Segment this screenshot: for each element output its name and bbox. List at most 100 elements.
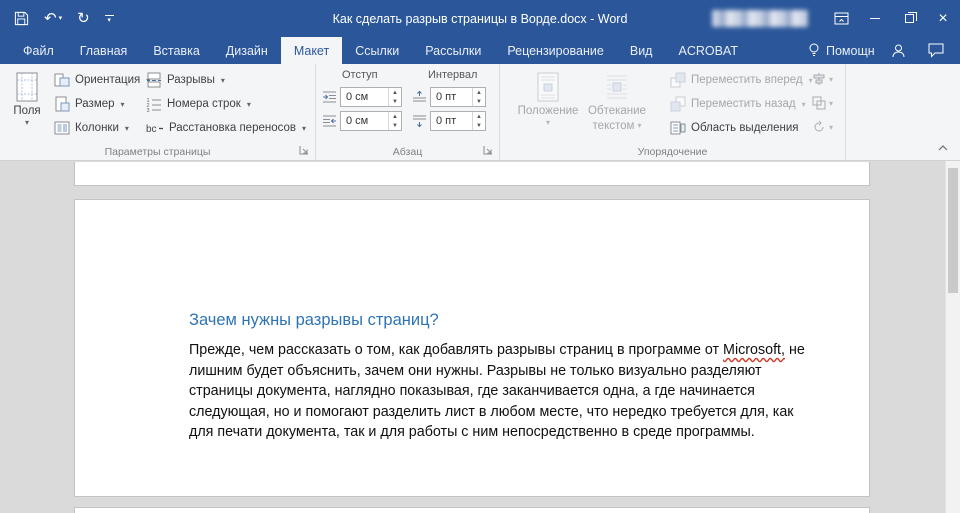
group-label-page-setup: Параметры страницы (0, 146, 315, 158)
wrap-text-icon (604, 72, 630, 102)
comment-icon (928, 43, 944, 58)
spin-down-icon[interactable]: ▼ (389, 97, 401, 106)
indent-left-row: 0 см ▲▼ (322, 87, 402, 107)
indent-left-icon (322, 90, 337, 104)
tab-design[interactable]: Дизайн (213, 37, 281, 64)
chevron-down-icon: ▾ (302, 124, 306, 133)
save-icon (14, 11, 29, 26)
chevron-down-icon: ▾ (121, 100, 125, 109)
tab-references[interactable]: Ссылки (342, 37, 412, 64)
bring-forward-button[interactable]: Переместить вперед▾ (670, 69, 813, 91)
tab-home[interactable]: Главная (67, 37, 141, 64)
breaks-button[interactable]: Разрывы▾ (146, 69, 225, 91)
line-numbers-button[interactable]: 123 Номера строк▾ (146, 93, 251, 115)
restore-icon (905, 14, 914, 23)
group-page-setup: Поля ▾ Ориентация▾ Размер▾ Колонки▾ Разр… (0, 64, 316, 160)
tell-me-label: Помощн (826, 44, 875, 58)
wrap-text-button[interactable]: Обтекание текстом▾ (584, 67, 650, 155)
undo-icon: ↶ (44, 11, 57, 26)
comments-button[interactable] (928, 43, 944, 58)
customize-qat-button[interactable]: ▾ (105, 15, 114, 23)
previous-page-bottom (74, 162, 870, 186)
spin-up-icon[interactable]: ▲ (389, 112, 401, 121)
tab-insert[interactable]: Вставка (140, 37, 212, 64)
chevron-down-icon: ▾ (829, 75, 833, 84)
spin-down-icon[interactable]: ▼ (389, 121, 401, 130)
spin-up-icon[interactable]: ▲ (473, 88, 485, 97)
document-canvas[interactable]: Зачем нужны разрывы страниц? Прежде, чем… (0, 161, 945, 513)
margins-button[interactable]: Поля ▾ (4, 67, 50, 155)
paragraph-dialog-launcher[interactable] (481, 143, 495, 157)
svg-text:3: 3 (147, 108, 150, 112)
tab-acrobat[interactable]: ACROBAT (665, 37, 751, 64)
redo-button[interactable]: ↻ (77, 11, 90, 26)
columns-button[interactable]: Колонки ▾ (54, 117, 129, 139)
selection-pane-button[interactable]: Область выделения (670, 117, 799, 139)
orientation-icon (54, 72, 70, 88)
group-paragraph: Отступ Интервал 0 см ▲▼ 0 см ▲▼ 0 пт (316, 64, 500, 160)
rotate-objects-button[interactable]: ▾ (812, 117, 833, 137)
position-button[interactable]: Положение ▾ (514, 67, 582, 155)
tab-mailings[interactable]: Рассылки (412, 37, 494, 64)
collapse-ribbon-button[interactable] (934, 141, 952, 155)
redo-icon: ↻ (77, 11, 90, 26)
spin-up-icon[interactable]: ▲ (389, 88, 401, 97)
ribbon-display-options-button[interactable] (824, 0, 858, 37)
spacing-after-icon (412, 114, 427, 128)
spacing-after-stepper[interactable]: 0 пт ▲▼ (430, 111, 486, 131)
indent-right-stepper[interactable]: 0 см ▲▼ (340, 111, 402, 131)
spacing-before-stepper[interactable]: 0 пт ▲▼ (430, 87, 486, 107)
chevron-down-icon: ▾ (59, 15, 63, 22)
chevron-down-icon: ▾ (25, 120, 29, 126)
send-backward-button[interactable]: Переместить назад▾ (670, 93, 806, 115)
bring-forward-icon (670, 72, 686, 88)
account-icon (891, 43, 906, 59)
tab-layout[interactable]: Макет (281, 37, 342, 64)
tab-review[interactable]: Рецензирование (494, 37, 617, 64)
sign-in-button[interactable] (891, 43, 906, 59)
close-button[interactable]: × (926, 0, 960, 37)
maximize-button[interactable] (892, 0, 926, 37)
line-numbers-icon: 123 (146, 96, 162, 112)
dialog-launcher-icon (483, 145, 493, 155)
page-setup-dialog-launcher[interactable] (297, 143, 311, 157)
save-button[interactable] (14, 11, 29, 26)
bar-icon (105, 15, 114, 16)
vertical-scrollbar[interactable] (945, 161, 960, 513)
page-size-button[interactable]: Размер ▾ (54, 93, 125, 115)
spin-down-icon[interactable]: ▼ (473, 97, 485, 106)
indent-left-stepper[interactable]: 0 см ▲▼ (340, 87, 402, 107)
indent-right-row: 0 см ▲▼ (322, 111, 402, 131)
undo-button[interactable]: ↶▾ (44, 11, 62, 26)
chevron-down-icon: ▾ (221, 76, 225, 85)
hyphenation-icon: bc (146, 120, 164, 136)
spin-down-icon[interactable]: ▼ (473, 121, 485, 130)
align-objects-button[interactable]: ▾ (812, 69, 833, 89)
tab-view[interactable]: Вид (617, 37, 666, 64)
spin-up-icon[interactable]: ▲ (473, 112, 485, 121)
tab-tell-me[interactable]: Помощн (795, 37, 888, 64)
document-heading: Зачем нужны разрывы страниц? (189, 311, 816, 330)
orientation-button[interactable]: Ориентация▾ (54, 69, 150, 91)
spacing-heading: Интервал (428, 69, 477, 81)
scrollbar-thumb[interactable] (948, 168, 958, 293)
group-objects-button[interactable]: ▾ (812, 93, 833, 113)
group-label-paragraph: Абзац (316, 146, 499, 158)
tab-file[interactable]: Файл (10, 37, 67, 64)
lightbulb-icon (808, 43, 820, 58)
bring-forward-label: Переместить вперед (691, 74, 803, 86)
position-icon (535, 72, 561, 102)
group-arrange: Положение ▾ Обтекание текстом▾ Перемести… (500, 64, 846, 160)
wrap-text-label-line2: текстом (593, 120, 635, 132)
columns-label: Колонки (75, 122, 119, 134)
minimize-button[interactable] (858, 0, 892, 37)
next-page-top (74, 507, 870, 513)
group-label-arrange: Упорядочение (500, 146, 845, 158)
document-page[interactable]: Зачем нужны разрывы страниц? Прежде, чем… (74, 199, 870, 497)
chevron-down-icon: ▾ (125, 124, 129, 133)
hyphenation-button[interactable]: bc Расстановка переносов▾ (146, 117, 306, 139)
orientation-label: Ориентация (75, 74, 140, 86)
chevron-down-icon: ▾ (829, 99, 833, 108)
page-size-label: Размер (75, 98, 115, 110)
quick-access-toolbar: ↶▾ ↻ ▾ (14, 0, 114, 37)
